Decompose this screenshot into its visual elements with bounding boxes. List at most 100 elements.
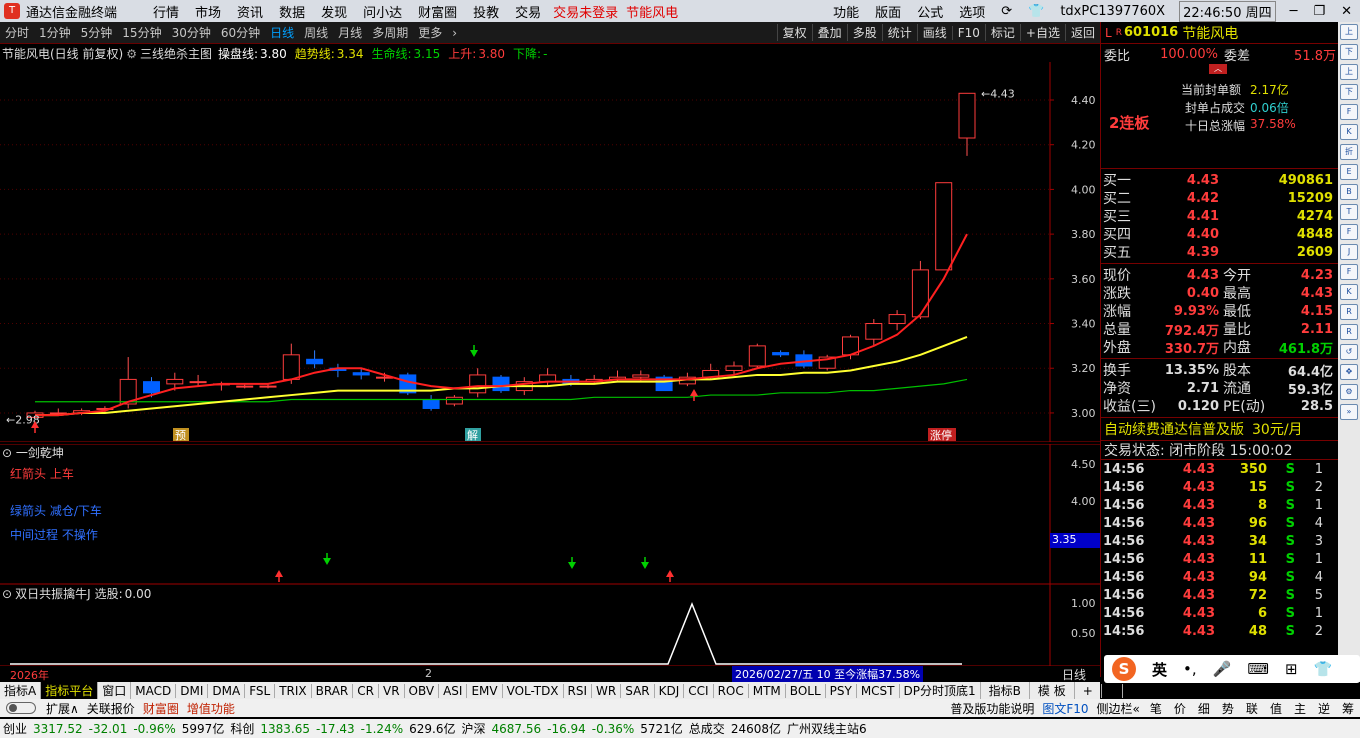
- menu-item-shichang[interactable]: 市场: [187, 2, 229, 21]
- period-30min[interactable]: 30分钟: [167, 24, 216, 41]
- function-bar-item[interactable]: 筹: [1336, 700, 1360, 717]
- period-60min[interactable]: 60分钟: [216, 24, 265, 41]
- indicator-tab-right[interactable]: 模 板: [1030, 682, 1075, 699]
- candlestick-chart[interactable]: 4.404.204.003.803.603.403.203.00 ←4.43←2…: [0, 62, 1100, 442]
- indicator-tab[interactable]: CCI: [684, 683, 714, 698]
- ad-row[interactable]: 自动续费通达信普及版 30元/月: [1101, 418, 1338, 440]
- function-bar-item[interactable]: 值: [1264, 700, 1288, 717]
- trade-login-warning[interactable]: 交易未登录: [549, 2, 622, 21]
- bid-row[interactable]: 买三 4.41 4274: [1101, 207, 1338, 226]
- indicator-tab[interactable]: TRIX: [275, 683, 312, 698]
- ime-punct-icon[interactable]: •,: [1175, 660, 1205, 678]
- sidebar-tool-icon[interactable]: E: [1340, 164, 1358, 180]
- indicator-tab[interactable]: BRAR: [312, 683, 354, 698]
- sidebar-tool-icon[interactable]: F: [1340, 224, 1358, 240]
- sogou-logo-icon[interactable]: S: [1112, 657, 1136, 681]
- function-bar-item[interactable]: 逆: [1312, 700, 1336, 717]
- menu-item-toujiao[interactable]: 投教: [465, 2, 507, 21]
- related-quote-button[interactable]: 关联报价: [83, 700, 139, 717]
- indicator-tab[interactable]: ASI: [439, 683, 468, 698]
- sidebar-tool-icon[interactable]: R: [1340, 324, 1358, 340]
- indicator-tab[interactable]: MACD: [131, 683, 177, 698]
- sidebar-tool-icon[interactable]: 下: [1340, 84, 1358, 100]
- sidebar-tool-icon[interactable]: B: [1340, 184, 1358, 200]
- ad-text[interactable]: 自动续费通达信普及版: [1101, 419, 1244, 439]
- sidebar-tool-icon[interactable]: K: [1340, 284, 1358, 300]
- indicator-tab-right[interactable]: +: [1075, 683, 1102, 698]
- function-bar-item[interactable]: 价: [1168, 700, 1192, 717]
- caifuquan-button[interactable]: 财富圈: [139, 700, 183, 717]
- chevron-up-icon[interactable]: ︿: [1209, 64, 1227, 74]
- period-1min[interactable]: 1分钟: [34, 24, 76, 41]
- function-bar-item[interactable]: 势: [1216, 700, 1240, 717]
- skin-icon[interactable]: 👕: [1306, 660, 1341, 678]
- sub-indicator-shuangri[interactable]: [0, 584, 1100, 666]
- function-bar-item[interactable]: 笔: [1144, 700, 1168, 717]
- indicator-tab[interactable]: MTM: [749, 683, 786, 698]
- bid-row[interactable]: 买二 4.42 15209: [1101, 189, 1338, 208]
- indicator-tab[interactable]: 窗口: [98, 682, 132, 699]
- indicator-tab[interactable]: VR: [379, 683, 405, 698]
- tool-back[interactable]: 返回: [1064, 24, 1100, 41]
- chevron-down-icon[interactable]: ⊙: [2, 587, 12, 601]
- refresh-icon[interactable]: ⟳: [993, 4, 1020, 19]
- ime-toolbar[interactable]: S 英 •, 🎤 ⌨ ⊞ 👕: [1104, 655, 1360, 683]
- period-monthly[interactable]: 月线: [333, 24, 367, 41]
- tick-list[interactable]: 14:56 4.43 350 S 1 14:56 4.43 15 S 2 14:56…: [1101, 460, 1338, 640]
- expand-button[interactable]: 扩展∧: [42, 700, 83, 717]
- period-multi[interactable]: 多周期: [367, 24, 413, 41]
- sidebar-tool-icon[interactable]: K: [1340, 124, 1358, 140]
- sidebar-tool-icon[interactable]: 折: [1340, 144, 1358, 160]
- indicator-tab[interactable]: 指标平台: [41, 682, 99, 699]
- indicator-tab[interactable]: OBV: [405, 683, 440, 698]
- indicator-tab[interactable]: 指标A: [0, 682, 42, 699]
- sub-indicator-yijianqiankun[interactable]: [0, 444, 1100, 584]
- function-bar-item[interactable]: 图文F10: [1038, 700, 1092, 717]
- sidebar-tool-icon[interactable]: ⚙: [1340, 384, 1358, 400]
- bid-row[interactable]: 买一 4.43 490861: [1101, 171, 1338, 190]
- indicator-tab[interactable]: RSI: [564, 683, 593, 698]
- indicator-tab[interactable]: DMA: [208, 683, 246, 698]
- function-bar-item[interactable]: 细: [1192, 700, 1216, 717]
- tool-biaoji[interactable]: 标记: [984, 24, 1020, 41]
- menu-item-gongshi[interactable]: 公式: [909, 2, 951, 21]
- function-bar-item[interactable]: 侧边栏«: [1093, 700, 1144, 717]
- indicator-tab[interactable]: SAR: [621, 683, 655, 698]
- indicator-tab[interactable]: DMI: [176, 683, 209, 698]
- sidebar-tool-icon[interactable]: 上: [1340, 24, 1358, 40]
- sidebar-tool-icon[interactable]: 上: [1340, 64, 1358, 80]
- indicator-tab-right[interactable]: 指标B: [981, 682, 1030, 699]
- sidebar-tool-icon[interactable]: ↺: [1340, 344, 1358, 360]
- tool-huaxian[interactable]: 画线: [916, 24, 952, 41]
- sidebar-tool-icon[interactable]: F: [1340, 264, 1358, 280]
- sidebar-tool-icon[interactable]: R: [1340, 304, 1358, 320]
- indicator-tab[interactable]: BOLL: [786, 683, 826, 698]
- tool-fuquan[interactable]: 复权: [776, 24, 812, 41]
- period-more[interactable]: 更多: [413, 24, 447, 41]
- keyboard-icon[interactable]: ⌨: [1239, 660, 1277, 678]
- restore-icon[interactable]: ❐: [1305, 4, 1333, 19]
- indicator-tab[interactable]: WR: [592, 683, 622, 698]
- sidebar-tool-icon[interactable]: J: [1340, 244, 1358, 260]
- chevron-down-icon[interactable]: ⊙: [2, 446, 12, 460]
- menu-item-xuanxiang[interactable]: 选项: [951, 2, 993, 21]
- gear-icon[interactable]: ⚙: [123, 47, 140, 61]
- period-fenshi[interactable]: 分时: [0, 24, 34, 41]
- microphone-icon[interactable]: 🎤: [1205, 660, 1240, 678]
- toggle-switch[interactable]: [6, 702, 36, 714]
- menu-item-caifuquan[interactable]: 财富圈: [410, 2, 465, 21]
- menu-item-gongneng[interactable]: 功能: [825, 2, 867, 21]
- indicator-tab[interactable]: VOL-TDX: [503, 683, 564, 698]
- sidebar-tool-icon[interactable]: F: [1340, 104, 1358, 120]
- indicator-tab[interactable]: MCST: [857, 683, 900, 698]
- sidebar-tool-icon[interactable]: »: [1340, 404, 1358, 420]
- function-bar-item[interactable]: 普及版功能说明: [946, 700, 1038, 717]
- indicator-tab[interactable]: ROC: [714, 683, 749, 698]
- menu-item-hangqing[interactable]: 行情: [145, 2, 187, 21]
- chevron-right-icon[interactable]: ›: [447, 26, 462, 40]
- grid-icon[interactable]: ⊞: [1277, 660, 1306, 678]
- menu-item-zixun[interactable]: 资讯: [229, 2, 271, 21]
- menu-item-banmian[interactable]: 版面: [867, 2, 909, 21]
- menu-item-wenxiaoda[interactable]: 问小达: [355, 2, 410, 21]
- menu-item-shuju[interactable]: 数据: [271, 2, 313, 21]
